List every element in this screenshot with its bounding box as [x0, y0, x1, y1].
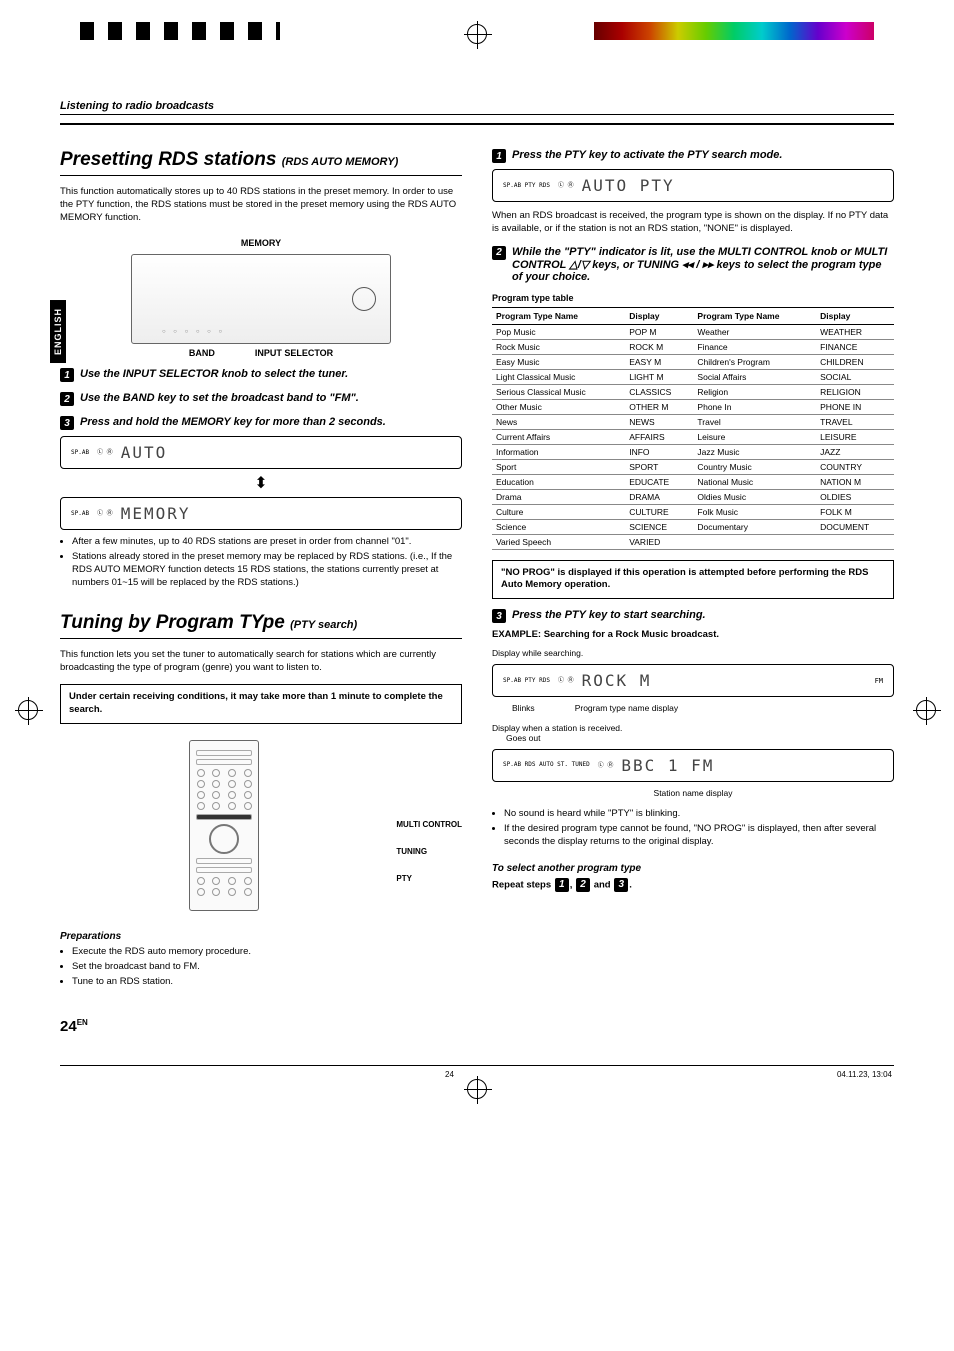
input-selector-label: INPUT SELECTOR	[255, 348, 333, 358]
step-r2: While the "PTY" indicator is lit, use th…	[512, 246, 894, 283]
table-title: Program type table	[492, 293, 894, 303]
table-row: Pop MusicPOP MWeatherWEATHER	[492, 324, 894, 339]
registration-mark-bottom	[467, 1079, 487, 1099]
step-a2: Use the BAND key to set the broadcast ba…	[80, 392, 359, 404]
page-number: 24EN	[60, 1018, 462, 1035]
preparations-title: Preparations	[60, 931, 462, 942]
table-row: SportSPORTCountry MusicCOUNTRY	[492, 459, 894, 474]
section-a-bullets: After a few minutes, up to 40 RDS statio…	[60, 536, 462, 589]
station-name-label: Station name display	[492, 788, 894, 798]
table-row: Light Classical MusicLIGHT MSocial Affai…	[492, 369, 894, 384]
memory-label: MEMORY	[60, 238, 462, 248]
breadcrumb: Listening to radio broadcasts	[60, 100, 894, 115]
band-label: BAND	[189, 348, 215, 358]
step-a1: Use the INPUT SELECTOR knob to select th…	[80, 368, 348, 380]
remote-diagram	[189, 740, 259, 911]
lcd-memory: SP.AB Ⓛ Ⓡ MEMORY	[60, 497, 462, 530]
pty-label: PTY	[396, 874, 462, 883]
tuning-label: TUNING	[396, 847, 462, 856]
searching-label: Display while searching.	[492, 648, 894, 658]
received-label: Display when a station is received.	[492, 723, 894, 733]
table-row: Current AffairsAFFAIRSLeisureLEISURE	[492, 429, 894, 444]
lcd-pty-mode: SP.AB PTY RDS Ⓛ Ⓡ AUTO PTY	[492, 169, 894, 202]
table-row: ScienceSCIENCEDocumentaryDOCUMENT	[492, 519, 894, 534]
example-title: EXAMPLE: Searching for a Rock Music broa…	[492, 629, 894, 642]
preparations-list: Execute the RDS auto memory procedure. S…	[60, 946, 462, 988]
table-row: InformationINFOJazz MusicJAZZ	[492, 444, 894, 459]
table-row: Easy MusicEASY MChildren's ProgramCHILDR…	[492, 354, 894, 369]
lcd-auto: SP.AB Ⓛ Ⓡ AUTO	[60, 436, 462, 469]
blinks-label: Blinks	[512, 703, 535, 713]
table-row: Rock MusicROCK MFinanceFINANCE	[492, 339, 894, 354]
lcd-received: SP.AB RDS AUTO ST. TUNED Ⓛ Ⓡ BBC 1 FM	[492, 749, 894, 782]
step-r3: Press the PTY key to start searching.	[512, 609, 706, 621]
table-row: Varied SpeechVARIED	[492, 534, 894, 549]
step-a3: Press and hold the MEMORY key for more t…	[80, 416, 386, 428]
arrow-icon: ⬍	[60, 473, 462, 493]
section-b-title: Tuning by Program TYpe (PTY search)	[60, 612, 462, 639]
table-row: CultureCULTUREFolk MusicFOLK M	[492, 504, 894, 519]
multi-control-label: MULTI CONTROL	[396, 820, 462, 829]
repeat-steps: Repeat steps 1, 2 and 3.	[492, 878, 894, 892]
table-row: DramaDRAMAOldies MusicOLDIES	[492, 489, 894, 504]
table-row: EducationEDUCATENational MusicNATION M	[492, 474, 894, 489]
section-b-note: Under certain receiving conditions, it m…	[60, 684, 462, 724]
no-prog-note: "NO PROG" is displayed if this operation…	[492, 560, 894, 600]
ptname-label: Program type name display	[575, 703, 678, 713]
section-a-intro: This function automatically stores up to…	[60, 186, 462, 224]
language-tab: ENGLISH	[50, 300, 66, 363]
select-another-title: To select another program type	[492, 863, 894, 874]
program-type-table: Program Type NameDisplay Program Type Na…	[492, 307, 894, 550]
main-unit-diagram: ○ ○ ○ ○ ○ ○	[131, 254, 391, 344]
table-row: NewsNEWSTravelTRAVEL	[492, 414, 894, 429]
lcd-searching: SP.AB PTY RDS Ⓛ Ⓡ ROCK M FM	[492, 664, 894, 697]
after-step1: When an RDS broadcast is received, the p…	[492, 210, 894, 236]
rule	[60, 123, 894, 125]
step-r1: Press the PTY key to activate the PTY se…	[512, 149, 782, 161]
section-b-intro: This function lets you set the tuner to …	[60, 649, 462, 675]
section-a-title: Presetting RDS stations (RDS AUTO MEMORY…	[60, 149, 462, 176]
goes-out-label: Goes out	[492, 733, 894, 743]
table-row: Other MusicOTHER MPhone InPHONE IN	[492, 399, 894, 414]
after-step3-bullets: No sound is heard while "PTY" is blinkin…	[492, 808, 894, 848]
table-row: Serious Classical MusicCLASSICSReligionR…	[492, 384, 894, 399]
